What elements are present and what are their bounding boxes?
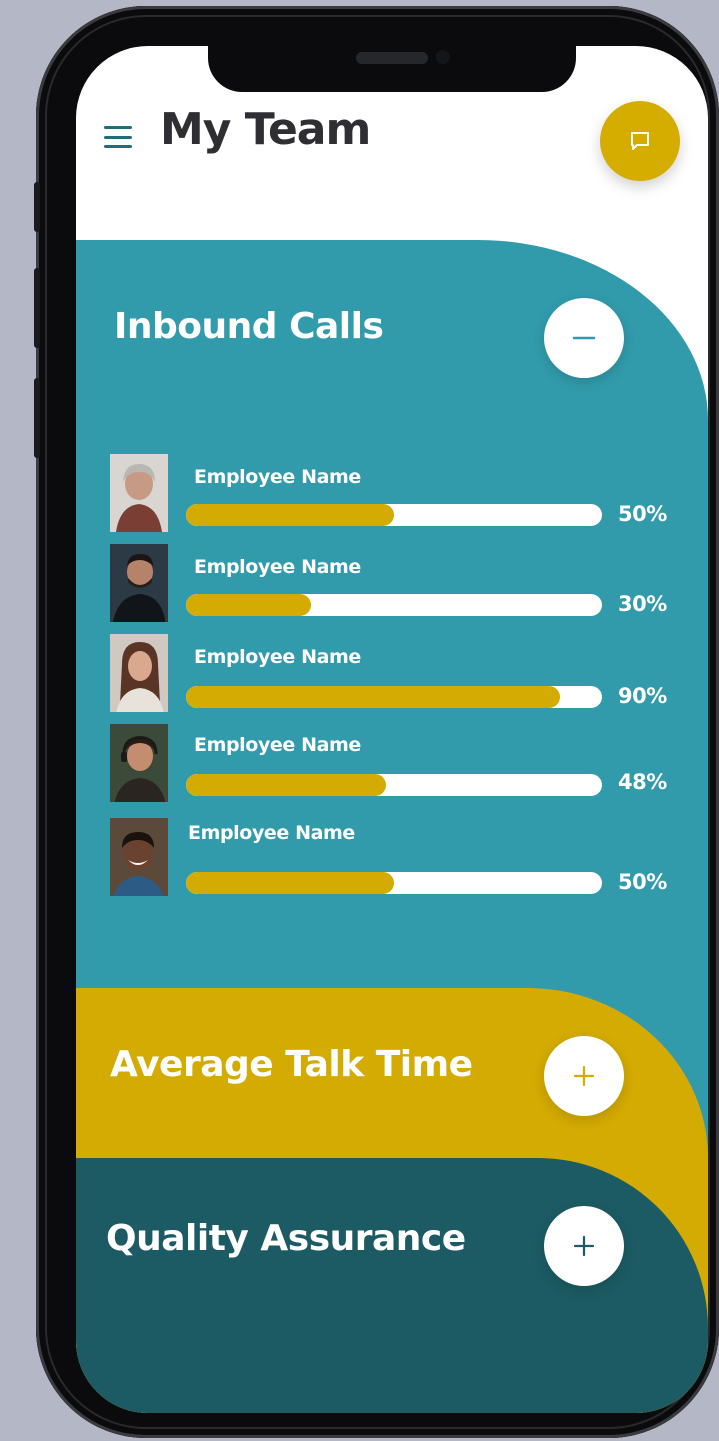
employee-avatar	[110, 634, 168, 712]
quality-assurance-title: Quality Assurance	[106, 1218, 466, 1259]
employee-progress-fill	[186, 872, 394, 894]
employee-percent: 50%	[618, 870, 667, 894]
inbound-calls-title: Inbound Calls	[114, 306, 384, 347]
employee-progress-fill	[186, 774, 386, 796]
volume-up-button	[34, 268, 40, 348]
employee-progress-bar	[186, 594, 602, 616]
employee-row[interactable]: Employee Name 50%	[76, 818, 708, 904]
app-screen: My Team Inbound Calls Employee Name 50% …	[76, 46, 708, 1413]
expand-quality-button[interactable]	[544, 1206, 624, 1286]
employee-avatar	[110, 454, 168, 532]
employee-row[interactable]: Employee Name 30%	[76, 544, 708, 630]
employee-percent: 50%	[618, 502, 667, 526]
plus-icon	[573, 1065, 595, 1087]
employee-row[interactable]: Employee Name 48%	[76, 724, 708, 810]
average-talk-time-title: Average Talk Time	[110, 1044, 473, 1085]
employee-name: Employee Name	[194, 646, 361, 668]
chat-bubble-icon	[631, 132, 649, 150]
page-title: My Team	[160, 104, 371, 155]
employee-name: Employee Name	[194, 556, 361, 578]
device-notch	[208, 46, 576, 92]
employee-progress-bar	[186, 774, 602, 796]
employee-percent: 48%	[618, 770, 667, 794]
employee-progress-fill	[186, 686, 561, 708]
employee-progress-bar	[186, 686, 602, 708]
employee-progress-fill	[186, 504, 394, 526]
volume-down-button	[34, 378, 40, 458]
employee-progress-bar	[186, 504, 602, 526]
collapse-inbound-button[interactable]	[544, 298, 624, 378]
quality-assurance-panel[interactable]: Quality Assurance	[76, 1158, 708, 1413]
employee-progress-bar	[186, 872, 602, 894]
employee-percent: 30%	[618, 592, 667, 616]
employee-row[interactable]: Employee Name 50%	[76, 454, 708, 540]
employee-avatar	[110, 544, 168, 622]
chat-button[interactable]	[600, 101, 680, 181]
speaker-grille	[356, 52, 428, 64]
employee-name: Employee Name	[188, 822, 355, 844]
employee-percent: 90%	[618, 684, 667, 708]
front-camera	[436, 50, 450, 64]
minus-icon	[572, 336, 596, 340]
employee-name: Employee Name	[194, 466, 361, 488]
employee-avatar	[110, 724, 168, 802]
employee-progress-fill	[186, 594, 311, 616]
mute-switch	[34, 182, 40, 232]
employee-avatar	[110, 818, 168, 896]
expand-talk-time-button[interactable]	[544, 1036, 624, 1116]
hamburger-menu-icon[interactable]	[104, 126, 132, 148]
employee-row[interactable]: Employee Name 90%	[76, 634, 708, 720]
plus-icon	[573, 1235, 595, 1257]
employee-name: Employee Name	[194, 734, 361, 756]
